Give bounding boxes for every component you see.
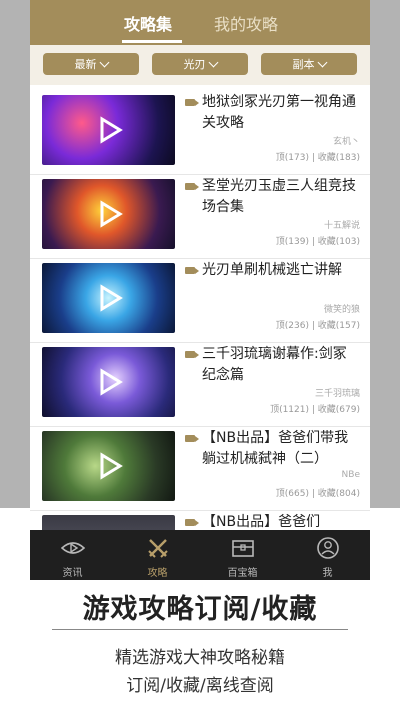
likes-count[interactable]: 顶(139) — [276, 237, 309, 247]
nav-label-guides: 攻略 — [147, 568, 168, 579]
chevron-down-icon — [99, 57, 109, 67]
filter-class-label: 光刃 — [183, 58, 206, 71]
list-item[interactable]: 地狱剑冢光刃第一视角通关攻略 玄机丶 顶(173) | 收藏(183) — [30, 90, 370, 175]
guide-title: 圣堂光刃玉虚三人组竞技场合集 — [202, 178, 356, 215]
filter-bar: 最新 光刃 副本 — [30, 45, 370, 85]
crossed-swords-icon — [148, 539, 168, 558]
list-item[interactable]: 【NB出品】爸爸们带我躺过机械弑神（二） NBe 顶(665) | 收藏(804… — [30, 426, 370, 511]
guide-author: 三千羽琉璃 — [314, 389, 360, 399]
list-item[interactable]: 三千羽琉璃谢幕作:剑冢纪念篇 三千羽琉璃 顶(1121) | 收藏(679) — [30, 342, 370, 427]
promo-subline-1: 精选游戏大神攻略秘籍 — [115, 648, 285, 668]
filter-class-dropdown[interactable]: 光刃 — [152, 53, 248, 75]
play-icon — [100, 452, 123, 480]
guide-title: 地狱剑冢光刃第一视角通关攻略 — [202, 94, 356, 131]
stats-divider: | — [311, 489, 315, 499]
video-camera-icon — [185, 519, 199, 526]
tab-guide-collection[interactable]: 攻略集 — [124, 11, 172, 35]
stats-divider: | — [311, 321, 315, 331]
nav-item-news[interactable]: 资讯 — [30, 530, 115, 580]
promo-headline: 游戏攻略订阅/收藏 — [82, 594, 318, 625]
top-tab-bar: 攻略集 我的攻略 — [30, 0, 370, 45]
nav-label-me: 我 — [322, 568, 333, 579]
video-camera-icon — [185, 351, 199, 358]
nav-label-toolbox: 百宝箱 — [227, 568, 258, 579]
video-thumbnail[interactable] — [42, 179, 175, 249]
play-icon — [100, 368, 123, 396]
tab-my-guides[interactable]: 我的攻略 — [214, 11, 278, 35]
stats-divider: | — [311, 237, 315, 247]
filter-sort-dropdown[interactable]: 最新 — [43, 53, 139, 75]
likes-count[interactable]: 顶(665) — [276, 489, 309, 499]
guide-stats: 顶(665) | 收藏(804) — [276, 486, 360, 499]
video-camera-icon — [185, 183, 199, 190]
video-thumbnail[interactable] — [42, 95, 175, 165]
profile-icon — [317, 537, 339, 559]
guide-author: NBe — [341, 470, 360, 480]
nav-item-guides[interactable]: 攻略 — [115, 530, 200, 580]
active-tab-indicator — [122, 40, 182, 43]
list-item[interactable]: 光刃单刷机械逃亡讲解 微笑的狼 顶(236) | 收藏(157) — [30, 258, 370, 343]
play-icon — [100, 284, 123, 312]
guide-stats: 顶(236) | 收藏(157) — [276, 318, 360, 331]
list-item[interactable]: 圣堂光刃玉虚三人组竞技场合集 十五解说 顶(139) | 收藏(103) — [30, 174, 370, 259]
chevron-down-icon — [317, 57, 327, 67]
guide-stats: 顶(139) | 收藏(103) — [276, 234, 360, 247]
guide-author: 玄机丶 — [332, 137, 360, 147]
favorites-count[interactable]: 收藏(157) — [318, 321, 360, 331]
likes-count[interactable]: 顶(173) — [276, 153, 309, 163]
stats-divider: | — [311, 405, 315, 415]
headline-underline — [52, 629, 348, 630]
guide-title: 光刃单刷机械逃亡讲解 — [202, 262, 342, 278]
eye-icon — [61, 542, 85, 554]
nav-item-toolbox[interactable]: 百宝箱 — [200, 530, 285, 580]
stats-divider: | — [311, 153, 315, 163]
favorites-count[interactable]: 收藏(679) — [318, 405, 360, 415]
chevron-down-icon — [208, 57, 218, 67]
video-camera-icon — [185, 435, 199, 442]
promo-subline-2: 订阅/收藏/离线查阅 — [126, 676, 274, 696]
video-thumbnail[interactable] — [42, 347, 175, 417]
play-icon — [100, 200, 123, 228]
video-thumbnail[interactable] — [42, 431, 175, 501]
video-thumbnail[interactable] — [42, 263, 175, 333]
treasure-chest-icon — [232, 540, 254, 557]
filter-mode-label: 副本 — [292, 58, 315, 71]
guide-title: 【NB出品】爸爸们带我躺过机械弑神（二） — [202, 430, 349, 467]
play-icon — [100, 116, 123, 144]
filter-sort-label: 最新 — [74, 58, 97, 71]
guide-list: 地狱剑冢光刃第一视角通关攻略 玄机丶 顶(173) | 收藏(183) 圣堂光刃… — [30, 85, 370, 580]
nav-item-me[interactable]: 我 — [285, 530, 370, 580]
guide-stats: 顶(173) | 收藏(183) — [276, 150, 360, 163]
phone-screen: 攻略集 我的攻略 最新 光刃 副本 地狱剑冢光刃第一视角通关攻略 玄机丶 顶(1 — [30, 0, 370, 580]
bottom-nav-bar: 资讯 攻略 百宝箱 我 — [30, 530, 370, 580]
guide-stats: 顶(1121) | 收藏(679) — [270, 402, 360, 415]
likes-count[interactable]: 顶(1121) — [270, 405, 309, 415]
favorites-count[interactable]: 收藏(804) — [318, 489, 360, 499]
video-camera-icon — [185, 99, 199, 106]
favorites-count[interactable]: 收藏(183) — [318, 153, 360, 163]
guide-author: 微笑的狼 — [323, 305, 360, 315]
likes-count[interactable]: 顶(236) — [276, 321, 309, 331]
filter-mode-dropdown[interactable]: 副本 — [261, 53, 357, 75]
video-camera-icon — [185, 267, 199, 274]
guide-title: 三千羽琉璃谢幕作:剑冢纪念篇 — [202, 346, 347, 383]
guide-author: 十五解说 — [323, 221, 360, 231]
nav-label-news: 资讯 — [62, 568, 83, 579]
favorites-count[interactable]: 收藏(103) — [318, 237, 360, 247]
